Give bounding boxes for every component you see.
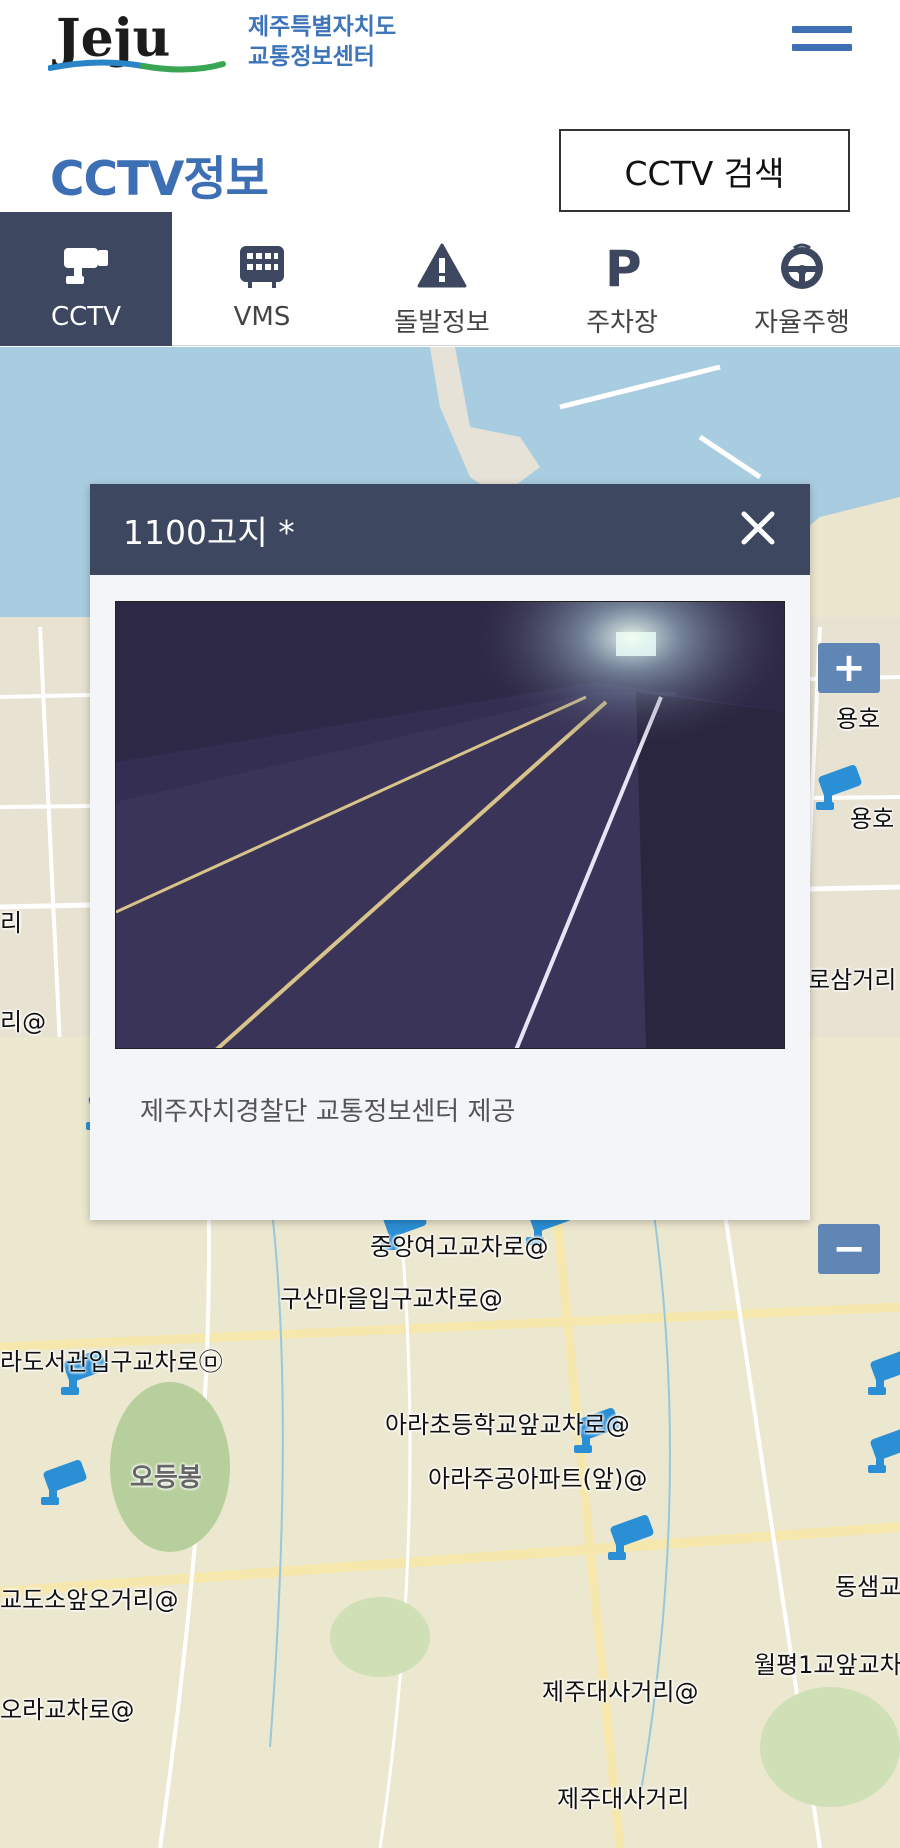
map-label: 로삼거리 bbox=[808, 966, 897, 994]
tab-label: CCTV bbox=[51, 302, 121, 332]
parking-icon: P bbox=[595, 242, 649, 290]
map-label: 동샘교 bbox=[835, 1573, 900, 1601]
cctv-search-button[interactable]: CCTV 검색 bbox=[559, 129, 850, 212]
video-credit: 제주자치경찰단 교통정보센터 제공 bbox=[140, 1097, 516, 1127]
cctv-marker[interactable] bbox=[862, 1347, 900, 1405]
tab-vms[interactable]: VMS bbox=[176, 212, 348, 346]
map-label: 월평1교앞교차 bbox=[754, 1651, 900, 1679]
cctv-marker[interactable] bbox=[35, 1457, 93, 1515]
tab-label: 돌발정보 bbox=[394, 308, 490, 338]
map-label: 리@ bbox=[0, 1008, 47, 1036]
tab-label: 자율주행 bbox=[754, 308, 850, 338]
map-label: 라도서관입구교차로㉤ bbox=[0, 1348, 223, 1376]
popup-header: 1100고지 * bbox=[90, 484, 810, 575]
cctv-marker[interactable] bbox=[602, 1512, 660, 1570]
zoom-in-button[interactable]: + bbox=[818, 643, 880, 693]
page-title: CCTV정보 bbox=[50, 152, 269, 207]
map-label: 아라초등학교앞교차로@ bbox=[385, 1411, 630, 1439]
tab-label: VMS bbox=[233, 302, 291, 332]
cctv-video-feed[interactable] bbox=[115, 601, 785, 1049]
vms-sign-icon bbox=[235, 242, 289, 290]
map-label: 아라주공아파트(앞)@ bbox=[428, 1465, 648, 1493]
org-name: 제주특별자치도 교통정보센터 bbox=[248, 12, 396, 72]
popup-title: 1100고지 * bbox=[123, 513, 295, 552]
org-name-line1: 제주특별자치도 bbox=[248, 14, 397, 40]
org-name-line2: 교통정보센터 bbox=[248, 44, 375, 70]
svg-text:P: P bbox=[605, 242, 642, 290]
zoom-out-button[interactable]: − bbox=[818, 1224, 880, 1274]
steering-wheel-icon bbox=[775, 242, 829, 290]
cctv-camera-icon bbox=[59, 242, 113, 290]
map-label: 제주대사거리@ bbox=[542, 1678, 699, 1706]
site-header: Jeju 제주특별자치도 교통정보센터 bbox=[0, 0, 900, 110]
cctv-popup: 1100고지 * 제주자치경찰단 교통정보센터 제공 bbox=[90, 484, 810, 1220]
map-label: 용호 bbox=[836, 705, 881, 733]
close-icon[interactable] bbox=[738, 508, 778, 548]
tab-cctv[interactable]: CCTV bbox=[0, 212, 172, 346]
tab-label: 주차장 bbox=[586, 308, 658, 338]
jeju-logo[interactable]: Jeju bbox=[47, 8, 228, 80]
map-label: 구산마을입구교차로@ bbox=[280, 1285, 503, 1313]
cctv-marker[interactable] bbox=[862, 1425, 900, 1483]
map-label: 제주대사거리 bbox=[557, 1785, 690, 1813]
tab-parking[interactable]: P 주차장 bbox=[536, 212, 708, 346]
tab-autonomous-driving[interactable]: 자율주행 bbox=[716, 212, 888, 346]
warning-icon bbox=[415, 242, 469, 290]
map-label: 리 bbox=[0, 909, 23, 937]
tab-incidents[interactable]: 돌발정보 bbox=[356, 212, 528, 346]
hamburger-icon[interactable] bbox=[792, 26, 852, 58]
map-label-peak: 오등봉 bbox=[130, 1463, 202, 1493]
map-label: 중앙여고교차로@ bbox=[370, 1233, 549, 1261]
map-label: 교도소앞오거리@ bbox=[0, 1586, 179, 1614]
map-label: 오라교차로@ bbox=[0, 1696, 135, 1724]
map-label: 용호 bbox=[850, 805, 895, 833]
category-tabs: CCTV VMS 돌발정보 P 주차장 자율주행 bbox=[0, 212, 900, 346]
